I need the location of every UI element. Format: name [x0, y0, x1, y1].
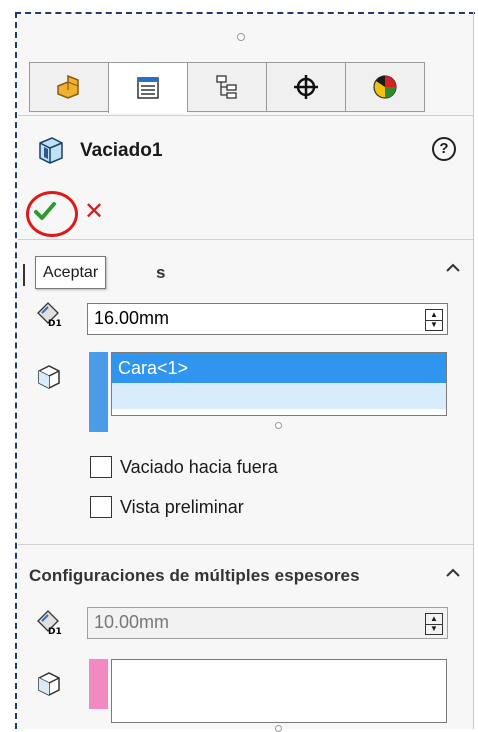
multi-thickness-collapse-chevron[interactable]: [445, 565, 461, 583]
thickness-field[interactable]: ▲ ▼: [87, 303, 448, 335]
section-title-partial-left: [23, 264, 25, 286]
outward-checkbox-row[interactable]: Vaciado hacia fuera: [90, 456, 278, 478]
section-separator: [18, 544, 473, 545]
outward-checkbox-label: Vaciado hacia fuera: [120, 456, 278, 477]
tab-propertymanager[interactable]: [108, 62, 187, 113]
spin-up-icon[interactable]: ▲: [426, 310, 442, 321]
appearance-pie-icon: [373, 75, 397, 99]
spin-down-icon[interactable]: ▼: [426, 321, 442, 331]
multi-thickness-spinner[interactable]: ▲ ▼: [425, 613, 443, 635]
property-manager-panel: Vaciado1 ? ✕ s D1 ▲ ▼ Cara<1> Vac: [18, 15, 473, 732]
panel-scroll-edge: [473, 12, 474, 729]
highlight-frame-left: [15, 12, 17, 729]
multi-thickness-field[interactable]: ▲ ▼: [87, 607, 448, 639]
thickness-input[interactable]: [94, 308, 394, 329]
thickness-dimension-icon: D1: [37, 302, 62, 329]
faces-listbox[interactable]: Cara<1>: [111, 352, 447, 416]
multi-thickness-dimension-icon: D1: [37, 610, 62, 637]
preview-checkbox[interactable]: [90, 496, 112, 518]
tab-dimxpertmanager[interactable]: [266, 62, 345, 112]
propertymanager-icon: [137, 77, 159, 99]
parameters-collapse-chevron-icon[interactable]: [445, 260, 461, 278]
highlight-frame-top: [15, 12, 475, 14]
multi-faces-listbox[interactable]: [111, 659, 447, 723]
spin-up-icon[interactable]: ▲: [426, 614, 442, 625]
actions-separator: [18, 239, 473, 240]
svg-text:D1: D1: [48, 319, 62, 329]
panel-grip-handle[interactable]: [237, 33, 245, 41]
multi-thickness-input[interactable]: [94, 612, 394, 633]
list-item[interactable]: Cara<1>: [112, 353, 446, 383]
feature-title-row: Vaciado1 ?: [32, 133, 462, 167]
chevron-up-icon: [446, 263, 460, 272]
faces-list-accent-bar: [89, 352, 108, 432]
shell-feature-icon: [39, 137, 63, 164]
spin-down-icon[interactable]: ▼: [426, 625, 442, 635]
tab-configurationmanager[interactable]: [187, 62, 266, 112]
listbox-resize-handle[interactable]: [275, 422, 282, 429]
preview-checkbox-row[interactable]: Vista preliminar: [90, 496, 244, 518]
multi-thickness-section-title[interactable]: Configuraciones de múltiples espesores: [29, 566, 360, 586]
configurationmanager-icon: [216, 75, 237, 99]
outward-checkbox[interactable]: [90, 456, 112, 478]
manager-tabs: [29, 62, 425, 114]
featuremanager-icon: [57, 74, 79, 99]
multi-list-accent-bar: [89, 659, 108, 709]
ok-tooltip: Aceptar: [35, 256, 107, 289]
parameters-section-title-fragment: s: [156, 263, 166, 282]
chevron-up-icon: [446, 568, 460, 577]
multi-face-selection-icon: [38, 672, 60, 696]
help-button[interactable]: ?: [432, 137, 456, 161]
face-selection-icon: [38, 365, 60, 389]
list-empty-row: [112, 383, 446, 409]
cancel-button[interactable]: ✕: [82, 200, 106, 224]
ok-button[interactable]: [30, 196, 60, 226]
tab-display-manager[interactable]: [345, 62, 425, 112]
tabs-separator: [18, 115, 473, 116]
thickness-spinner[interactable]: ▲ ▼: [425, 309, 443, 331]
checkmark-icon: [34, 202, 56, 220]
feature-title: Vaciado1: [80, 140, 163, 161]
preview-checkbox-label: Vista preliminar: [120, 496, 244, 517]
tab-featuremanager[interactable]: [29, 62, 108, 112]
crosshair-icon: [294, 75, 318, 99]
svg-text:D1: D1: [48, 627, 62, 637]
